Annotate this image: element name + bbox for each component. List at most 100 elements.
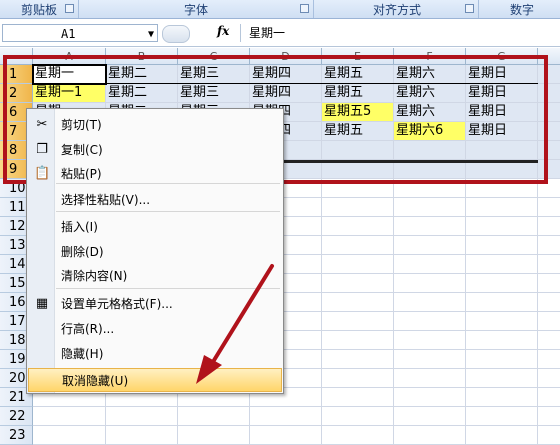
- ribbon-group-label: 数字: [509, 2, 534, 17]
- dialog-launcher-icon[interactable]: [65, 4, 74, 13]
- menu-item-unhide[interactable]: 取消隐藏(U): [28, 368, 282, 392]
- menu-item-label: 粘贴(P): [61, 167, 102, 181]
- grid-cell[interactable]: [322, 293, 394, 312]
- grid-cell[interactable]: [538, 407, 560, 426]
- format-cells-icon: ▦: [35, 296, 49, 311]
- menu-item-paste[interactable]: 📋 粘贴(P): [28, 162, 282, 186]
- grid-cell[interactable]: [466, 388, 538, 407]
- grid-cell[interactable]: [466, 312, 538, 331]
- grid-cell[interactable]: [322, 217, 394, 236]
- menu-item-paste-special[interactable]: 选择性粘贴(V)...: [28, 188, 282, 212]
- dialog-launcher-icon[interactable]: [300, 4, 309, 13]
- menu-item-label: 取消隐藏(U): [62, 374, 129, 388]
- grid-cell[interactable]: [394, 198, 466, 217]
- grid-cell[interactable]: [466, 369, 538, 388]
- grid-cell[interactable]: [538, 274, 560, 293]
- grid-cell[interactable]: [538, 236, 560, 255]
- ribbon-group-number[interactable]: 数字: [484, 0, 560, 18]
- grid-cell[interactable]: [394, 426, 466, 445]
- grid-cell[interactable]: [538, 255, 560, 274]
- grid-cell[interactable]: [322, 388, 394, 407]
- menu-item-label: 删除(D): [61, 245, 104, 259]
- ribbon-group-alignment[interactable]: 对齐方式: [316, 0, 479, 18]
- grid-cell[interactable]: [394, 255, 466, 274]
- name-box-value: A1: [61, 27, 76, 41]
- insert-function-icon[interactable]: fx: [217, 24, 229, 38]
- menu-item-label: 隐藏(H): [61, 347, 104, 361]
- grid-cell[interactable]: [466, 217, 538, 236]
- grid-cell[interactable]: [322, 236, 394, 255]
- grid-cell[interactable]: [106, 407, 178, 426]
- ribbon-group-label: 对齐方式: [372, 2, 421, 17]
- grid-cell[interactable]: [322, 407, 394, 426]
- context-menu: ✂ 剪切(T) ❐ 复制(C) 📋 粘贴(P) 选择性粘贴(V)... 插入(I) 删除(D) 清…: [26, 108, 284, 394]
- menu-item-cut[interactable]: ✂ 剪切(T): [28, 113, 282, 137]
- grid-cell[interactable]: [394, 369, 466, 388]
- grid-cell[interactable]: [466, 350, 538, 369]
- grid-cell[interactable]: [538, 293, 560, 312]
- row-header[interactable]: 23: [0, 426, 33, 445]
- menu-item-insert[interactable]: 插入(I): [28, 215, 282, 239]
- grid-cell[interactable]: [538, 217, 560, 236]
- grid-cell[interactable]: [538, 369, 560, 388]
- grid-cell[interactable]: [394, 293, 466, 312]
- grid-cell[interactable]: [322, 312, 394, 331]
- grid-cell[interactable]: [466, 331, 538, 350]
- grid-cell[interactable]: [394, 274, 466, 293]
- grid-cell[interactable]: [466, 198, 538, 217]
- grid-cell[interactable]: [250, 407, 322, 426]
- grid-cell[interactable]: [394, 217, 466, 236]
- grid-cell[interactable]: [322, 369, 394, 388]
- grid-cell[interactable]: [178, 426, 250, 445]
- grid-cell[interactable]: [538, 426, 560, 445]
- menu-item-clear-contents[interactable]: 清除内容(N): [28, 264, 282, 288]
- menu-item-format-cells[interactable]: ▦ 设置单元格格式(F)...: [28, 292, 282, 316]
- grid-cell[interactable]: [394, 350, 466, 369]
- grid-cell[interactable]: [538, 350, 560, 369]
- grid-cell[interactable]: [322, 426, 394, 445]
- name-box[interactable]: A1 ▼: [2, 24, 158, 42]
- grid-cell[interactable]: [538, 388, 560, 407]
- menu-item-copy[interactable]: ❐ 复制(C): [28, 138, 282, 162]
- grid-cell[interactable]: [394, 331, 466, 350]
- grid-cell[interactable]: [538, 198, 560, 217]
- menu-item-hide[interactable]: 隐藏(H): [28, 342, 282, 366]
- grid-cell[interactable]: [250, 426, 322, 445]
- menu-item-delete[interactable]: 删除(D): [28, 240, 282, 264]
- grid-cell[interactable]: [394, 312, 466, 331]
- formula-bar-resize-icon[interactable]: [162, 25, 190, 43]
- ribbon-group-label: 字体: [183, 2, 208, 17]
- menu-item-label: 设置单元格格式(F)...: [61, 297, 173, 311]
- grid-cell[interactable]: [33, 426, 106, 445]
- grid-cell[interactable]: [322, 331, 394, 350]
- menu-item-row-height[interactable]: 行高(R)...: [28, 317, 282, 341]
- grid-cell[interactable]: [538, 312, 560, 331]
- grid-cell[interactable]: [322, 255, 394, 274]
- grid-cell[interactable]: [466, 236, 538, 255]
- grid-cell[interactable]: [466, 407, 538, 426]
- grid-cell[interactable]: [394, 388, 466, 407]
- grid-cell[interactable]: [322, 274, 394, 293]
- grid-cell[interactable]: [538, 331, 560, 350]
- grid-cell[interactable]: [466, 293, 538, 312]
- grid-cell[interactable]: [466, 255, 538, 274]
- formula-input[interactable]: 星期一: [240, 24, 559, 42]
- ribbon-group-label: 剪贴板: [20, 2, 57, 17]
- grid-cell[interactable]: [394, 407, 466, 426]
- grid-cell[interactable]: [322, 198, 394, 217]
- grid-cell[interactable]: [322, 350, 394, 369]
- grid-cell[interactable]: [178, 407, 250, 426]
- dialog-launcher-icon[interactable]: [465, 4, 474, 13]
- grid-cell[interactable]: [33, 407, 106, 426]
- chevron-down-icon[interactable]: ▼: [148, 26, 154, 44]
- grid-cell[interactable]: [466, 274, 538, 293]
- row-header[interactable]: 22: [0, 407, 33, 426]
- grid-cell[interactable]: [466, 426, 538, 445]
- menu-item-label: 清除内容(N): [61, 269, 128, 283]
- ribbon-group-clipboard[interactable]: 剪贴板: [0, 0, 79, 18]
- ribbon-group-font[interactable]: 字体: [79, 0, 314, 18]
- grid-cell[interactable]: [106, 426, 178, 445]
- menu-item-label: 复制(C): [61, 143, 103, 157]
- grid-cell[interactable]: [394, 236, 466, 255]
- paste-icon: 📋: [34, 166, 51, 181]
